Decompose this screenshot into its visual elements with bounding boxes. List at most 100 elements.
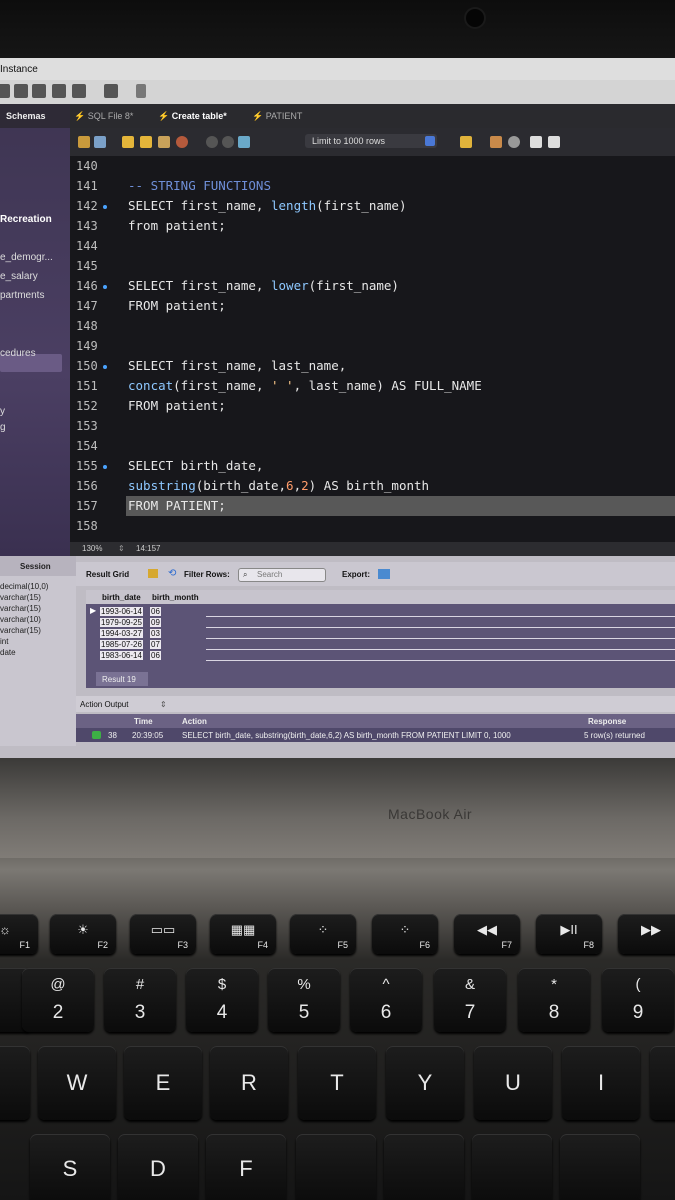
tab-patient[interactable]: ⚡ PATIENT (252, 111, 302, 122)
cell-birth-date[interactable]: 1993-06-14 (100, 607, 143, 616)
function-key[interactable]: ▭▭ F3 (130, 914, 196, 954)
cell-birth-month[interactable]: 03 (150, 629, 161, 638)
schema-item[interactable]: cedures (0, 348, 36, 359)
open-folder-icon[interactable] (78, 136, 90, 148)
cell-birth-date[interactable]: 1983-06-14 (100, 651, 143, 660)
schema-item[interactable]: Recreation (0, 214, 52, 225)
column-header[interactable]: birth_month (152, 593, 199, 602)
rollback-icon[interactable] (222, 136, 234, 148)
number-key[interactable]: (9 (602, 968, 674, 1032)
schema-icon[interactable] (32, 84, 46, 98)
number-key[interactable]: & 7 (434, 968, 506, 1032)
function-key[interactable]: ◀◀ F7 (454, 914, 520, 954)
export-icon[interactable] (378, 569, 390, 579)
find-icon[interactable] (490, 136, 502, 148)
schema-item[interactable]: partments (0, 290, 44, 301)
letter-key[interactable]: R (210, 1046, 288, 1120)
tab-sql-file-8[interactable]: ⚡ SQL File 8* (74, 111, 133, 122)
code-text[interactable]: FROM patient; (128, 398, 226, 413)
code-text[interactable]: from patient; (128, 218, 226, 233)
function-key[interactable]: ▶▶ (618, 914, 675, 954)
beautify-icon[interactable] (460, 136, 472, 148)
new-sql-tab-icon[interactable] (0, 84, 10, 98)
wrap-lines-icon[interactable] (548, 136, 560, 148)
save-icon[interactable] (94, 136, 106, 148)
letter-key[interactable] (384, 1134, 464, 1200)
limit-rows-select[interactable]: Limit to 1000 rows (305, 134, 437, 148)
function-key[interactable]: ⁘ F5 (290, 914, 356, 954)
search-icon[interactable] (508, 136, 520, 148)
code-text[interactable]: -- STRING FUNCTIONS (128, 178, 271, 193)
letter-key[interactable] (296, 1134, 376, 1200)
number-key[interactable]: #3 (104, 968, 176, 1032)
sql-editor[interactable]: 140 141 -- STRING FUNCTIONS 142 SELECT first… (70, 156, 675, 542)
letter-key[interactable] (472, 1134, 552, 1200)
letter-key[interactable]: E (124, 1046, 202, 1120)
tab-create-table[interactable]: ⚡ Create table* (158, 111, 227, 122)
search-table-icon[interactable] (104, 84, 118, 98)
number-key[interactable]: @2 (22, 968, 94, 1032)
zoom-level[interactable]: 130% (82, 544, 102, 553)
code-text[interactable]: FROM PATIENT; (128, 498, 226, 513)
code-text[interactable]: concat(first_name, ' ', last_name) AS FU… (128, 378, 482, 393)
function-key[interactable]: ▶II F8 (536, 914, 602, 954)
view-icon[interactable] (72, 84, 86, 98)
letter-key[interactable]: I (562, 1046, 640, 1120)
column-header[interactable]: birth_date (102, 593, 141, 602)
autocommit-icon[interactable] (206, 136, 218, 148)
refresh-icon[interactable] (238, 136, 250, 148)
code-text[interactable]: SELECT first_name, lower(first_name) (128, 278, 399, 293)
number-key[interactable]: % 5 (268, 968, 340, 1032)
function-key[interactable]: ▦▦ F4 (210, 914, 276, 954)
letter-key[interactable]: S (30, 1134, 110, 1200)
cell-birth-date[interactable]: 1979-09-25 (100, 618, 143, 627)
code-text[interactable]: SELECT first_name, last_name, (128, 358, 346, 373)
letter-key[interactable]: W (38, 1046, 116, 1120)
function-key[interactable]: ☀ F2 (50, 914, 116, 954)
number-key[interactable]: $4 (186, 968, 258, 1032)
letter-key[interactable]: U (474, 1046, 552, 1120)
number-key[interactable]: * 8 (518, 968, 590, 1032)
result-grid-label[interactable]: Result Grid (86, 570, 129, 579)
schema-item[interactable]: e_demogr... (0, 252, 53, 263)
session-tab[interactable]: Session (0, 556, 76, 576)
execute-current-icon[interactable] (140, 136, 152, 148)
invisible-chars-icon[interactable] (530, 136, 542, 148)
database-icon[interactable] (136, 84, 146, 98)
schema-item[interactable]: y (0, 406, 5, 417)
cell-birth-date[interactable]: 1985-07-26 (100, 640, 143, 649)
explain-icon[interactable] (158, 136, 170, 148)
execute-icon[interactable] (122, 136, 134, 148)
cell-birth-date[interactable]: 1994-03-27 (100, 629, 143, 638)
table-icon[interactable] (52, 84, 66, 98)
filter-rows-search[interactable]: ⌕ Search (238, 568, 326, 582)
open-sql-icon[interactable] (14, 84, 28, 98)
letter-key[interactable]: Y (386, 1046, 464, 1120)
cell-birth-month[interactable]: 07 (150, 640, 161, 649)
schema-item[interactable]: e_salary (0, 271, 38, 282)
chevron-updown-icon[interactable]: ⇕ (160, 700, 167, 709)
letter-key[interactable]: D (118, 1134, 198, 1200)
number-key[interactable]: ^ 6 (350, 968, 422, 1032)
result-tab[interactable]: Result 19 (96, 672, 148, 686)
cell-birth-month[interactable]: 09 (150, 618, 161, 627)
cell-birth-month[interactable]: 06 (150, 607, 161, 616)
letter-key[interactable]: T (298, 1046, 376, 1120)
code-text[interactable]: SELECT first_name, length(first_name) (128, 198, 406, 213)
action-output-row[interactable]: 38 20:39:05 SELECT birth_date, substring… (76, 728, 675, 742)
letter-key[interactable]: F (206, 1134, 286, 1200)
function-key[interactable]: ⁘ F6 (372, 914, 438, 954)
stop-icon[interactable] (176, 136, 188, 148)
code-text[interactable]: substring(birth_date,6,2) AS birth_month (128, 478, 429, 493)
letter-key[interactable] (560, 1134, 640, 1200)
filter-icon[interactable]: ⟲ (168, 568, 176, 579)
schema-item[interactable]: g (0, 422, 6, 433)
cell-birth-month[interactable]: 06 (150, 651, 161, 660)
result-grid[interactable]: birth_date birth_month ▶ 1993-06-14 06 1979… (86, 590, 675, 688)
code-text[interactable]: SELECT birth_date, (128, 458, 263, 473)
code-text[interactable]: FROM patient; (128, 298, 226, 313)
action-output-label[interactable]: Action Output (80, 700, 128, 709)
grid-icon[interactable] (148, 569, 158, 578)
letter-key[interactable] (650, 1046, 675, 1120)
zoom-stepper-icon[interactable]: ⇕ (118, 544, 125, 553)
